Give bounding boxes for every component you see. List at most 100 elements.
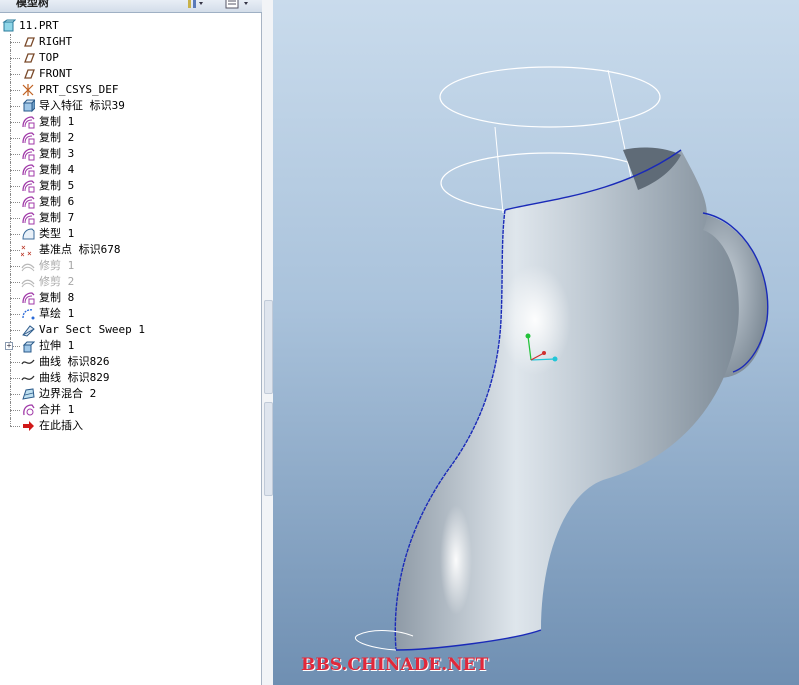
tree-item-label: 在此插入 xyxy=(39,419,83,432)
tree-connector xyxy=(10,314,20,315)
type-feature-icon xyxy=(21,227,35,241)
tree-connector xyxy=(10,250,20,251)
svg-text:×: × xyxy=(27,249,32,257)
tree-connector xyxy=(10,90,20,91)
tree-connector xyxy=(10,154,20,155)
tree-item[interactable]: 复制 3 xyxy=(0,146,262,162)
tree-item[interactable]: 曲线 标识826 xyxy=(0,354,262,370)
panel-splitter[interactable] xyxy=(262,0,273,685)
tree-root-part[interactable]: 11.PRT xyxy=(0,18,262,34)
tree-connector xyxy=(10,378,20,379)
tree-item-label: 合并 1 xyxy=(39,403,75,416)
merge-icon xyxy=(21,403,35,417)
datum-point-icon: × × × xyxy=(20,243,35,259)
model-tree-list: 11.PRT RIGHT TOP FRONT PRT_CSYS_DEF 导入特征 标识39… xyxy=(0,18,262,434)
watermark-text: BBS.CHINADE.NET xyxy=(301,655,489,675)
tree-item[interactable]: RIGHT xyxy=(0,34,262,50)
tree-item[interactable]: 类型 1 xyxy=(0,226,262,242)
tree-connector xyxy=(10,106,20,107)
tree-item[interactable]: 复制 1 xyxy=(0,114,262,130)
extrude-icon xyxy=(21,339,36,353)
tree-item-label: 曲线 标识829 xyxy=(39,371,110,384)
tree-item[interactable]: 导入特征 标识39 xyxy=(0,98,262,114)
expand-toggle[interactable]: + xyxy=(5,342,13,350)
tree-item-label: 修剪 2 xyxy=(39,275,75,288)
tree-connector xyxy=(10,234,20,235)
splitter-grip-upper[interactable] xyxy=(264,300,273,394)
tree-connector xyxy=(10,58,20,59)
tree-item-label: 复制 3 xyxy=(39,147,75,160)
tree-connector xyxy=(10,362,20,363)
tree-item[interactable]: 在此插入 xyxy=(0,418,262,434)
tree-item[interactable]: TOP xyxy=(0,50,262,66)
tree-item[interactable]: 复制 6 xyxy=(0,194,262,210)
tree-connector xyxy=(10,266,20,267)
tree-item[interactable]: 复制 8 xyxy=(0,290,262,306)
tree-item-label: 草绘 1 xyxy=(39,307,75,320)
tree-item[interactable]: 草绘 1 xyxy=(0,306,262,322)
splitter-grip-lower[interactable] xyxy=(264,402,273,496)
graphics-viewport[interactable]: BBS.CHINADE.NET xyxy=(273,0,799,685)
tree-item[interactable]: PRT_CSYS_DEF xyxy=(0,82,262,98)
construction-line-right xyxy=(607,69,634,188)
svg-text:×: × xyxy=(21,250,25,257)
tree-connector xyxy=(10,426,20,427)
tree-item-label: 曲线 标识826 xyxy=(39,355,110,368)
copy-surface-icon xyxy=(21,291,35,305)
tree-item[interactable]: 复制 4 xyxy=(0,162,262,178)
tree-connector xyxy=(10,282,20,283)
curve-icon xyxy=(21,371,35,385)
tree-connector xyxy=(10,170,20,171)
tree-item[interactable]: 合并 1 xyxy=(0,402,262,418)
tree-item-label: RIGHT xyxy=(39,35,73,48)
tree-item[interactable]: Var Sect Sweep 1 xyxy=(0,322,262,338)
tree-item[interactable]: 复制 2 xyxy=(0,130,262,146)
tree-item-label: Var Sect Sweep 1 xyxy=(39,323,145,336)
tree-item[interactable]: + 拉伸 1 xyxy=(0,338,262,354)
tree-item[interactable]: 复制 5 xyxy=(0,178,262,194)
tree-item-label: 复制 8 xyxy=(39,291,75,304)
tree-item-label: 复制 4 xyxy=(39,163,75,176)
tree-connector xyxy=(10,330,20,331)
tree-connector xyxy=(10,298,20,299)
insert-here-arrow-icon xyxy=(21,419,35,433)
datum-plane-icon xyxy=(21,67,35,81)
model-tree-panel: 模型树 11.PRT RIGHT TOP FRONT PRT_CSYS_DEF 导入特征 … xyxy=(0,0,262,685)
tree-item[interactable]: 边界混合 2 xyxy=(0,386,262,402)
tree-item[interactable]: FRONT xyxy=(0,66,262,82)
part-icon xyxy=(2,19,17,33)
copy-surface-icon xyxy=(21,147,35,161)
tree-connector xyxy=(10,42,20,43)
copy-surface-icon xyxy=(21,179,35,193)
model-tree-header: 模型树 xyxy=(0,0,262,13)
tree-item[interactable]: 曲线 标识829 xyxy=(0,370,262,386)
tree-item[interactable]: 修剪 1 xyxy=(0,258,262,274)
tree-item-label: 拉伸 1 xyxy=(39,339,75,352)
show-menu-button[interactable] xyxy=(224,0,248,10)
tree-item-label: 复制 7 xyxy=(39,211,75,224)
copy-surface-icon xyxy=(21,131,35,145)
trim-icon xyxy=(21,275,35,289)
surface-highlight-lower xyxy=(440,505,472,615)
copy-surface-icon xyxy=(21,163,35,177)
tree-item-label: 复制 5 xyxy=(39,179,75,192)
model-tree-title: 模型树 xyxy=(16,0,49,9)
tree-settings-button[interactable] xyxy=(186,0,206,10)
tree-connector xyxy=(10,218,20,219)
tree-item-label: 修剪 1 xyxy=(39,259,75,272)
tree-item[interactable]: 修剪 2 xyxy=(0,274,262,290)
copy-surface-icon xyxy=(21,115,35,129)
copy-surface-icon xyxy=(21,195,35,209)
tree-connector xyxy=(10,394,20,395)
tree-connector xyxy=(10,186,20,187)
curve-icon xyxy=(21,355,35,369)
tree-root-label: 11.PRT xyxy=(19,19,59,32)
copy-surface-icon xyxy=(21,211,35,225)
tree-item-label: FRONT xyxy=(39,67,73,80)
tree-connector xyxy=(10,202,20,203)
tree-item[interactable]: × × × 基准点 标识678 xyxy=(0,242,262,259)
tree-item[interactable]: 复制 7 xyxy=(0,210,262,226)
tree-connector xyxy=(10,122,20,123)
sketch-icon xyxy=(21,307,35,321)
tree-item-label: 类型 1 xyxy=(39,227,75,240)
